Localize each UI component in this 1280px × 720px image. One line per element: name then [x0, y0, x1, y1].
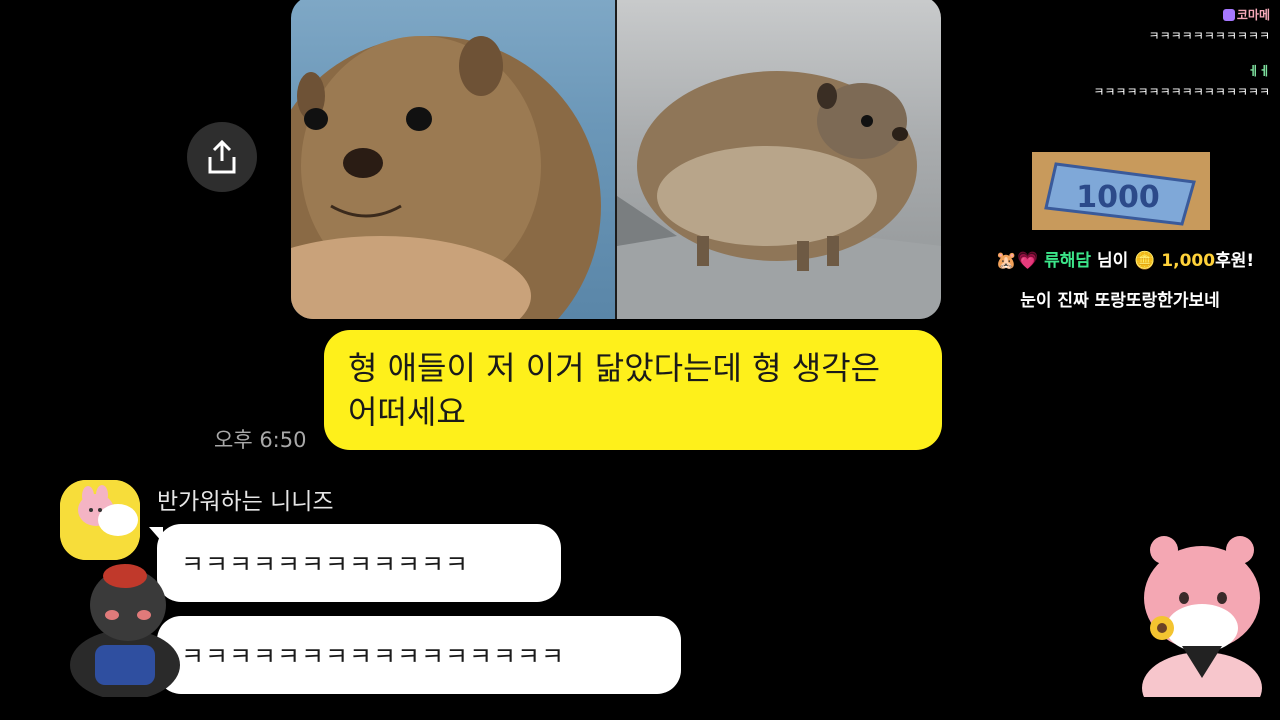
donor-badge-icon: 🐹💗 — [995, 251, 1045, 271]
bottom-bar — [0, 697, 1280, 720]
incoming-message-bubble[interactable]: ㅋㅋㅋㅋㅋㅋㅋㅋㅋㅋㅋㅋㅋㅋㅋㅋ — [157, 616, 681, 694]
donation-suffix: 님이 — [1096, 251, 1129, 271]
chat-username: 코마메 — [1236, 8, 1270, 22]
chat-username: ㅔㅔ — [1247, 64, 1270, 78]
outgoing-message-text: 형 애들이 저 이거 닮았다는데 형 생각은 어떠세요 — [348, 349, 881, 431]
stream-chat-message: 코마메 ㅋㅋㅋㅋㅋㅋㅋㅋㅋㅋㅋ — [1050, 6, 1270, 44]
coin-icon: 🪙 — [1134, 251, 1156, 271]
chat-text: ㅋㅋㅋㅋㅋㅋㅋㅋㅋㅋㅋㅋㅋㅋㅋㅋ — [1093, 85, 1270, 99]
subscriber-badge-icon — [1222, 9, 1235, 21]
share-icon — [208, 139, 236, 174]
incoming-message-text: ㅋㅋㅋㅋㅋㅋㅋㅋㅋㅋㅋㅋㅋㅋㅋㅋ — [181, 642, 566, 671]
streamer-avatar-hamster-icon — [1142, 536, 1262, 720]
hyrax-closeup-illustration — [291, 36, 601, 319]
hyrax-photo-rock[interactable] — [617, 0, 941, 319]
donation-alert: 🐹💗 류해담 님이 🪙 1,000후원! — [980, 246, 1270, 271]
sender-name: 반가워하는 니니즈 — [157, 489, 334, 515]
stream-chat-message: ㅔㅔ ㅋㅋㅋㅋㅋㅋㅋㅋㅋㅋㅋㅋㅋㅋㅋㅋ — [1050, 62, 1270, 100]
share-button[interactable] — [187, 122, 257, 192]
hyrax-photo-closeup[interactable] — [291, 0, 615, 319]
photo-attachment[interactable] — [291, 0, 941, 319]
incoming-message-bubble[interactable]: ㅋㅋㅋㅋㅋㅋㅋㅋㅋㅋㅋㅋ — [157, 524, 561, 602]
niniz-character-icon — [60, 480, 140, 560]
message-timestamp: 오후 6:50 — [214, 428, 307, 452]
donation-amount: 1,000 — [1161, 251, 1216, 271]
donation-message: 눈이 진짜 또랑또랑한가보네 — [1020, 291, 1220, 311]
banknote-icon: 1000 — [1032, 152, 1210, 230]
donor-name: 류해담 — [1044, 251, 1092, 271]
chat-text: ㅋㅋㅋㅋㅋㅋㅋㅋㅋㅋㅋ — [1148, 29, 1270, 43]
incoming-message-text: ㅋㅋㅋㅋㅋㅋㅋㅋㅋㅋㅋㅋ — [181, 550, 470, 579]
avatar[interactable] — [60, 480, 140, 560]
stream-chat-overlay: 코마메 ㅋㅋㅋㅋㅋㅋㅋㅋㅋㅋㅋ ㅔㅔ ㅋㅋㅋㅋㅋㅋㅋㅋㅋㅋㅋㅋㅋㅋㅋㅋ — [1050, 6, 1270, 118]
hyrax-rock-illustration — [617, 71, 941, 319]
donation-banknote-image: 1000 — [1032, 152, 1210, 230]
banknote-value: 1000 — [1076, 180, 1160, 215]
streamer-avatar-otter-icon — [70, 564, 180, 700]
donation-suffix-2: 후원! — [1215, 251, 1255, 271]
outgoing-message-bubble[interactable]: 형 애들이 저 이거 닮았다는데 형 생각은 어떠세요 — [324, 330, 942, 450]
